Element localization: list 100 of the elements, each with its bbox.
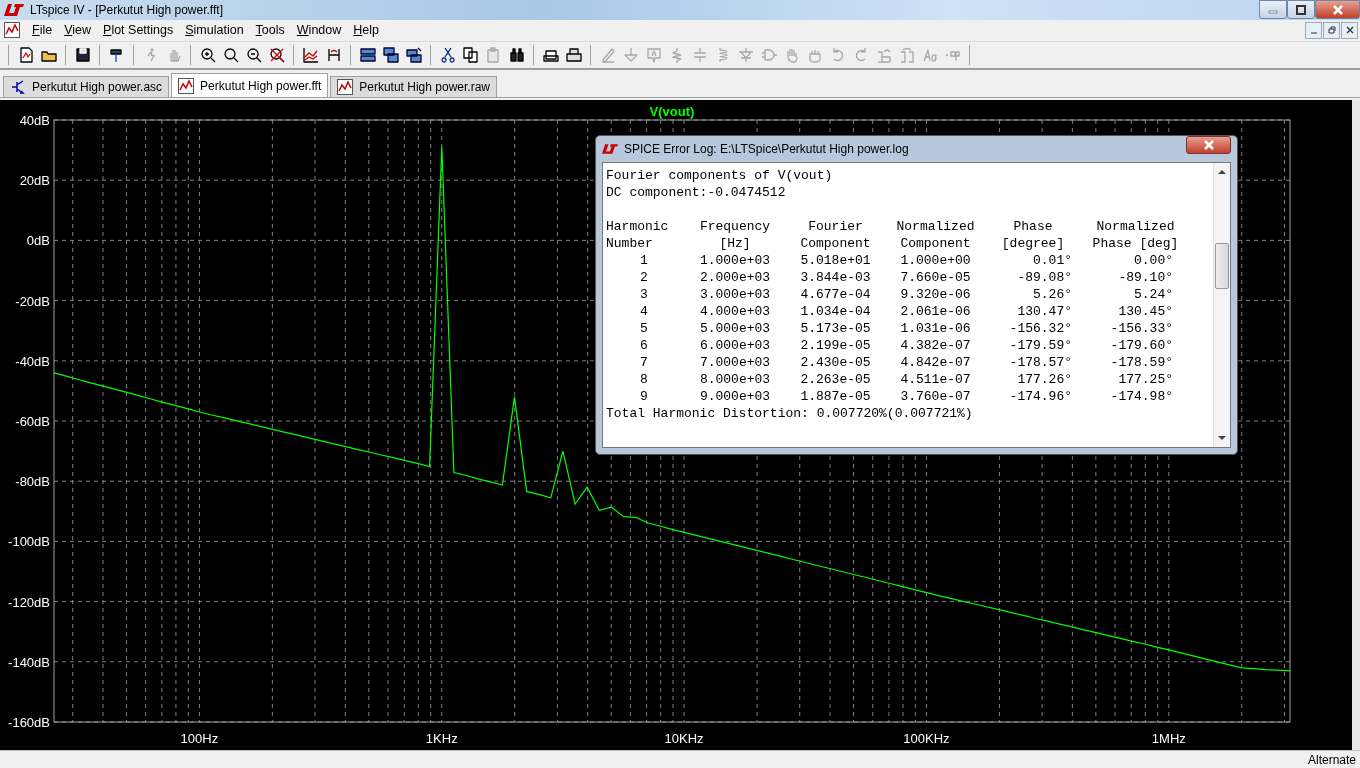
hammer-icon — [108, 46, 125, 63]
y-axis-label: 0dB — [26, 233, 50, 249]
log-line: Fourier components of V(vout) — [606, 167, 834, 184]
crossed-magnifier-icon — [268, 46, 285, 63]
y-axis-label: -20dB — [15, 293, 50, 309]
waveform-icon — [178, 77, 195, 94]
menu-item[interactable]: View — [58, 23, 98, 38]
menu-item[interactable]: Window — [290, 23, 348, 38]
table-cell: 4.000e+03 — [699, 303, 771, 320]
table-cell: 1 — [640, 252, 648, 269]
column-header: Number — [606, 235, 653, 252]
label-icon — [645, 46, 662, 63]
table-cell: 3.760e-07 — [900, 388, 971, 405]
table-cell: 2.430e-05 — [800, 354, 871, 371]
x-axis-label: 100KHz — [903, 731, 950, 746]
x-axis-label: 100Hz — [180, 731, 219, 746]
menu-item[interactable]: Help — [347, 23, 385, 38]
status-text: Alternate — [1307, 752, 1356, 767]
printer-icon — [565, 46, 582, 63]
arrange-windows-icon — [405, 46, 422, 63]
restore-icon — [1295, 4, 1307, 15]
close-icon — [1331, 4, 1344, 15]
app-logo-icon — [602, 144, 618, 154]
scrollbar[interactable] — [1213, 163, 1230, 447]
table-cell: 1.034e-04 — [800, 303, 871, 320]
restore-button[interactable] — [1323, 21, 1340, 39]
trace-label[interactable]: V(vout) — [649, 104, 695, 119]
waveform-icon — [4, 22, 20, 39]
table-cell: 3.844e-03 — [800, 269, 871, 286]
table-cell: -156.33° — [1110, 320, 1173, 337]
table-cell: 6 — [640, 337, 648, 354]
paste-icon — [485, 46, 502, 63]
table-cell: -89.08° — [1017, 269, 1072, 286]
column-header: [degree] — [1001, 235, 1065, 252]
document-tab[interactable]: Perkutut High power.fft — [171, 73, 329, 97]
table-cell: 3.000e+03 — [699, 286, 771, 303]
close-button[interactable] — [1186, 136, 1231, 154]
table-cell: 5.000e+03 — [699, 320, 771, 337]
document-tab[interactable]: Perkutut High power.raw — [330, 76, 497, 97]
menu-item[interactable]: Simulation — [179, 23, 250, 38]
column-header: Frequency — [699, 218, 771, 235]
table-cell: 4 — [640, 303, 648, 320]
document-tab[interactable]: Perkutut High power.asc — [3, 76, 170, 97]
x-axis-label: 10KHz — [664, 731, 704, 746]
table-cell: -174.96° — [1009, 388, 1072, 405]
table-cell: 5.173e-05 — [800, 320, 871, 337]
table-cell: 8.000e+03 — [699, 371, 771, 388]
new-document-icon — [17, 46, 34, 63]
x-axis-label: 1MHz — [1151, 731, 1186, 746]
close-button[interactable] — [1315, 0, 1360, 19]
menu-item[interactable]: Tools — [249, 23, 291, 38]
log-line: DC component:-0.0474512 — [606, 184, 787, 201]
table-cell: 2.263e-05 — [800, 371, 871, 388]
table-cell: 4.511e-07 — [900, 371, 971, 388]
ground-icon — [622, 46, 639, 63]
close-button[interactable] — [1341, 21, 1358, 39]
table-cell: -174.98° — [1110, 388, 1173, 405]
menu-item[interactable]: File — [26, 23, 59, 38]
table-cell: 1.000e+00 — [900, 252, 971, 269]
table-cell: 6.000e+03 — [699, 337, 771, 354]
log-line: Total Harmonic Distortion: 0.007720%(0.007721%) — [606, 405, 974, 422]
restore-button[interactable] — [1287, 0, 1315, 19]
table-cell: 1.000e+03 — [699, 252, 771, 269]
close-icon — [1202, 140, 1215, 150]
y-axis-label: -40dB — [15, 353, 50, 369]
menu-item[interactable]: Plot Settings — [97, 23, 180, 38]
table-cell: 9 — [640, 388, 648, 405]
table-cell: -179.60° — [1110, 337, 1173, 354]
table-cell: -178.57° — [1009, 354, 1072, 371]
zoom-out-icon — [245, 46, 262, 63]
table-cell: 5.018e+01 — [800, 252, 871, 269]
x-axis-label: 1KHz — [425, 731, 458, 746]
y-axis-label: -100dB — [8, 534, 50, 550]
table-cell: 2.000e+03 — [699, 269, 771, 286]
scroll-thumb[interactable] — [1215, 243, 1229, 289]
binoculars-icon — [508, 46, 525, 63]
table-cell: 0.00° — [1134, 252, 1173, 269]
column-header: Phase — [1013, 218, 1053, 235]
scroll-up-icon — [1218, 169, 1226, 174]
transistor-icon — [10, 79, 26, 95]
table-cell: 7.000e+03 — [699, 354, 771, 371]
cascade-windows-icon — [382, 46, 399, 63]
table-cell: 4.382e-07 — [900, 337, 971, 354]
table-cell: 4.842e-07 — [900, 354, 971, 371]
log-window-title: SPICE Error Log: E:\LTSpice\Perkutut High power.log — [624, 142, 909, 156]
table-cell: 1.031e-06 — [900, 320, 971, 337]
y-axis-label: -80dB — [15, 474, 50, 490]
column-header: Component — [900, 235, 971, 252]
y-axis-label: -60dB — [15, 414, 50, 429]
table-cell: 2.061e-06 — [900, 303, 971, 320]
cursor-bracket-icon — [325, 46, 342, 63]
tile-windows-icon — [359, 46, 376, 63]
y-axis-label: -140dB — [8, 654, 50, 670]
scissors-icon — [439, 46, 456, 63]
table-cell: 3 — [640, 286, 648, 303]
table-cell: -89.10° — [1118, 269, 1173, 286]
column-header: Normalized — [1096, 218, 1175, 235]
table-cell: 5 — [640, 320, 648, 337]
diode-icon — [737, 46, 754, 63]
table-cell: 9.320e-06 — [900, 286, 971, 303]
